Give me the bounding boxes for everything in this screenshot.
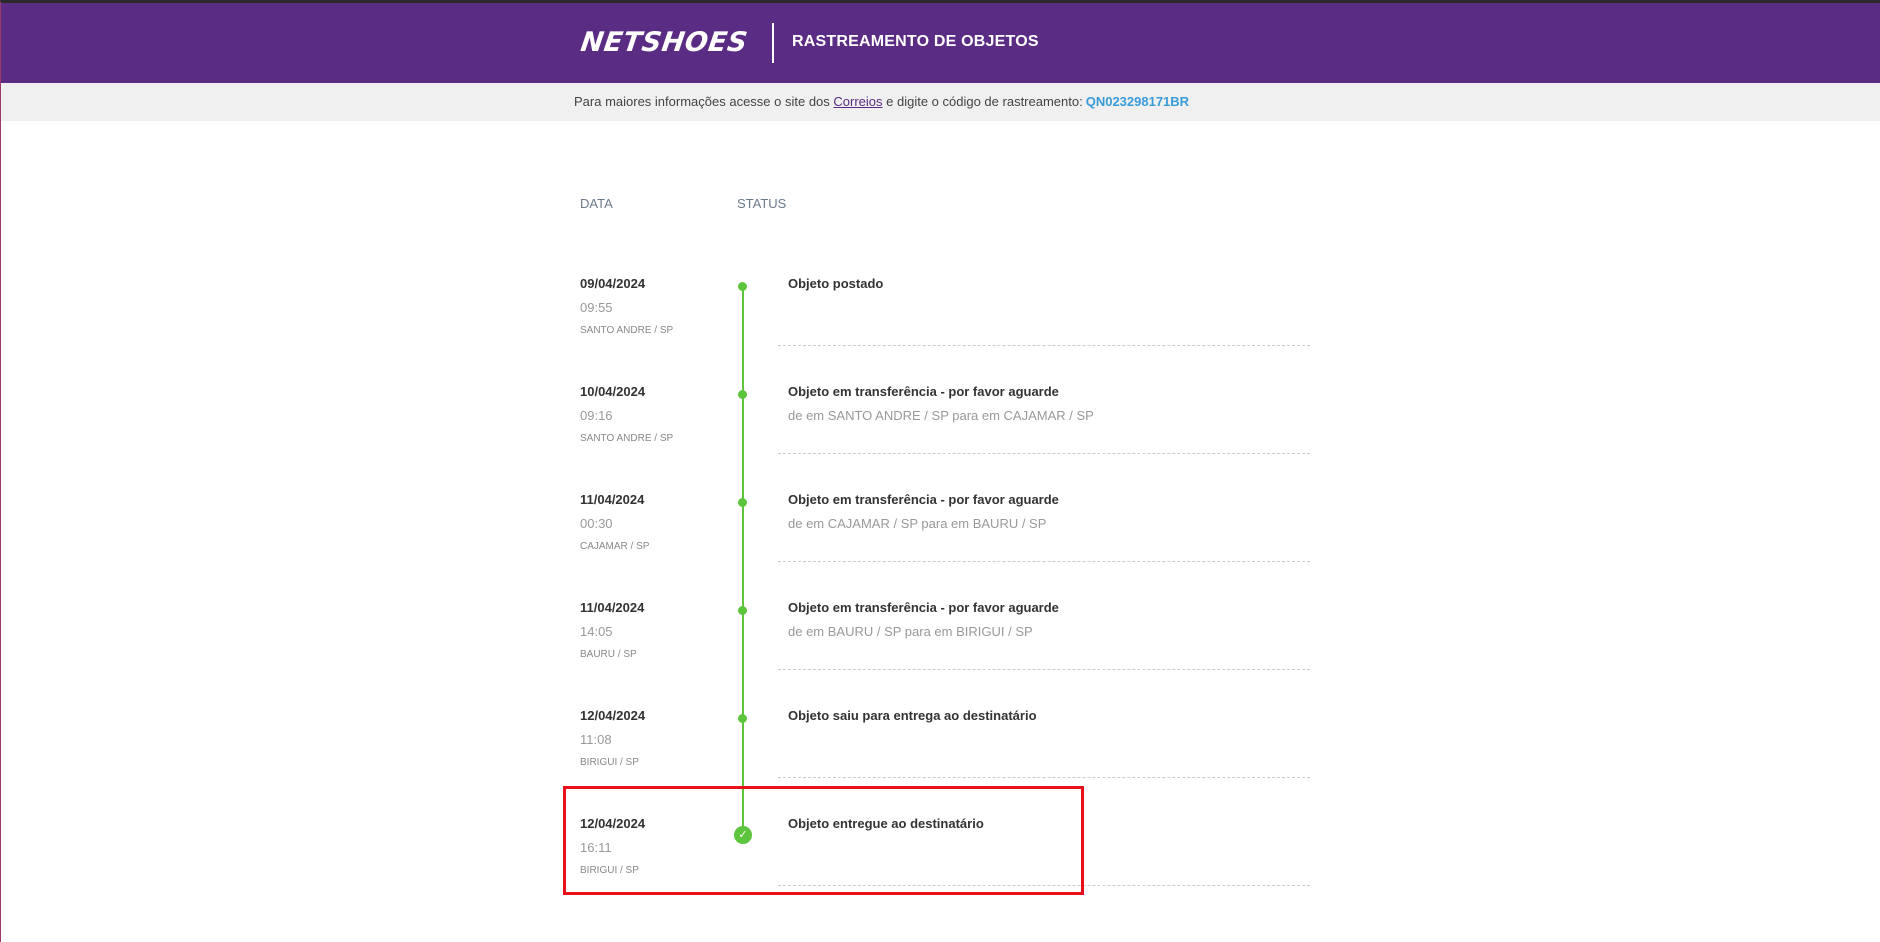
event-detail: de em BAURU / SP para em BIRIGUI / SP <box>788 624 1033 639</box>
row-separator <box>778 345 1310 346</box>
event-time: 11:08 <box>580 732 612 747</box>
info-text-after: e digite o código de rastreamento: <box>882 94 1083 109</box>
event-place: CAJAMAR / SP <box>580 541 650 552</box>
event-time: 09:16 <box>580 408 613 423</box>
event-date: 10/04/2024 <box>580 384 646 399</box>
tracking-event: 11/04/2024 14:05 BAURU / SP Objeto em tr… <box>0 600 1880 708</box>
header-divider <box>772 23 774 63</box>
event-place: BAURU / SP <box>580 649 637 660</box>
info-text: Para maiores informações acesse o site d… <box>574 94 1189 109</box>
tracking-event: 09/04/2024 09:55 SANTO ANDRE / SP Objeto… <box>0 276 1880 384</box>
netshoes-logo[interactable]: NETSHOES <box>579 27 750 58</box>
event-date: 11/04/2024 <box>580 492 645 507</box>
circle-dot-icon <box>738 606 747 615</box>
event-date: 09/04/2024 <box>580 276 646 291</box>
circle-dot-icon <box>738 390 747 399</box>
tracking-code: QN023298171BR <box>1085 94 1190 109</box>
info-bar: Para maiores informações acesse o site d… <box>1 83 1880 121</box>
event-time: 14:05 <box>580 624 613 639</box>
event-place: SANTO ANDRE / SP <box>580 325 674 336</box>
event-status: Objeto em transferência - por favor agua… <box>788 384 1059 399</box>
info-text-before: Para maiores informações acesse o site d… <box>574 94 834 109</box>
event-status: Objeto em transferência - por favor agua… <box>788 492 1059 507</box>
tracking-event: 11/04/2024 00:30 CAJAMAR / SP Objeto em … <box>0 492 1880 600</box>
event-status: Objeto saiu para entrega ao destinatário <box>788 708 1037 723</box>
circle-dot-icon <box>738 282 747 291</box>
event-date: 11/04/2024 <box>580 600 645 615</box>
event-place: BIRIGUI / SP <box>580 757 639 768</box>
row-separator <box>778 669 1310 670</box>
page-header: NETSHOES RASTREAMENTO DE OBJETOS <box>1 3 1880 83</box>
tracking-event: 10/04/2024 09:16 SANTO ANDRE / SP Objeto… <box>0 384 1880 492</box>
column-header-data: DATA <box>580 196 613 211</box>
circle-dot-icon <box>738 714 747 723</box>
row-separator <box>778 561 1310 562</box>
event-time: 09:55 <box>580 300 613 315</box>
highlight-box <box>563 786 1084 895</box>
page-title: RASTREAMENTO DE OBJETOS <box>792 33 1039 50</box>
row-separator <box>778 453 1310 454</box>
event-place: SANTO ANDRE / SP <box>580 433 674 444</box>
column-header-status: STATUS <box>737 196 787 211</box>
event-time: 00:30 <box>580 516 613 531</box>
event-detail: de em CAJAMAR / SP para em BAURU / SP <box>788 516 1047 531</box>
event-status: Objeto postado <box>788 276 884 291</box>
event-status: Objeto em transferência - por favor agua… <box>788 600 1059 615</box>
row-separator <box>778 777 1310 778</box>
event-date: 12/04/2024 <box>580 708 646 723</box>
event-detail: de em SANTO ANDRE / SP para em CAJAMAR /… <box>788 408 1094 423</box>
circle-dot-icon <box>738 498 747 507</box>
correios-link[interactable]: Correios <box>833 94 882 109</box>
